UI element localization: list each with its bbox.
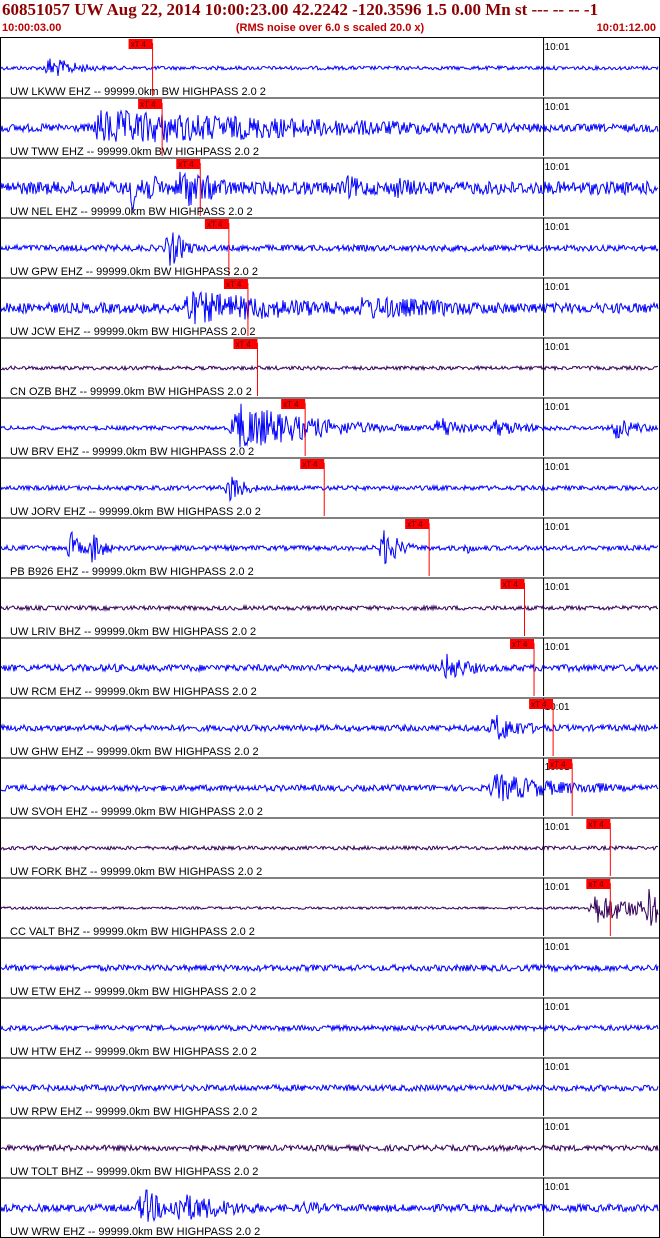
pick-label: xT 4	[588, 820, 604, 829]
minute-tick-label: 10:01	[545, 642, 570, 653]
pick-label: xT 4	[178, 160, 194, 169]
station-label: UW TOLT BHZ -- 99999.0km BW HIGHPASS 2.0…	[10, 1166, 258, 1178]
waveform-trace	[0, 171, 659, 211]
pick-label: xT 4	[235, 340, 251, 349]
station-label: UW TWW EHZ -- 99999.0km BW HIGHPASS 2.0 …	[10, 146, 259, 158]
station-label: UW WRW EHZ -- 99999.0km BW HIGHPASS 2.0 …	[10, 1226, 260, 1238]
waveform-trace	[0, 888, 659, 926]
minute-tick-label: 10:01	[545, 1182, 570, 1193]
minute-tick-label: 10:01	[545, 462, 570, 473]
minute-tick-label: 10:01	[545, 822, 570, 833]
minute-tick-label: 10:01	[545, 942, 570, 953]
station-label: UW ETW EHZ -- 99999.0km BW HIGHPASS 2.0 …	[10, 986, 256, 998]
waveform-trace	[0, 1083, 659, 1093]
station-label: UW RCM EHZ -- 99999.0km BW HIGHPASS 2.0 …	[10, 686, 257, 698]
station-label: PB B926 EHZ -- 99999.0km BW HIGHPASS 2.0…	[10, 566, 254, 578]
pick-label: xT 4	[550, 760, 566, 769]
waveform-trace	[0, 364, 659, 372]
waveform-trace	[0, 773, 659, 802]
station-label: UW GPW EHZ -- 99999.0km BW HIGHPASS 2.0 …	[10, 266, 258, 278]
waveform-trace	[0, 291, 659, 325]
station-label: UW BRV EHZ -- 99999.0km BW HIGHPASS 2.0 …	[10, 446, 254, 458]
pick-label: xT 4	[131, 40, 147, 49]
pick-label: xT 4	[531, 700, 547, 709]
station-label: UW LRIV BHZ -- 99999.0km BW HIGHPASS 2.0…	[10, 626, 256, 638]
minute-tick-label: 10:01	[545, 102, 570, 113]
station-label: UW RPW EHZ -- 99999.0km BW HIGHPASS 2.0 …	[10, 1106, 257, 1118]
waveform-trace	[0, 530, 659, 565]
minute-tick-label: 10:01	[545, 522, 570, 533]
station-label: CN OZB BHZ -- 99999.0km BW HIGHPASS 2.0 …	[10, 386, 252, 398]
waveform-trace	[0, 653, 659, 680]
station-label: UW SVOH EHZ -- 99999.0km BW HIGHPASS 2.0…	[10, 806, 263, 818]
station-label: CC VALT BHZ -- 99999.0km BW HIGHPASS 2.0…	[10, 926, 255, 938]
pick-label: xT 4	[226, 280, 242, 289]
waveform-trace	[0, 109, 659, 143]
waveform-trace	[0, 714, 659, 740]
minute-tick-label: 10:01	[545, 162, 570, 173]
pick-label: xT 4	[207, 220, 223, 229]
station-label: UW GHW EHZ -- 99999.0km BW HIGHPASS 2.0 …	[10, 746, 259, 758]
minute-tick-label: 10:01	[545, 582, 570, 593]
station-label: UW HTW EHZ -- 99999.0km BW HIGHPASS 2.0 …	[10, 1046, 257, 1058]
pick-label: xT 4	[140, 100, 156, 109]
minute-tick-label: 10:01	[545, 882, 570, 893]
waveform-trace	[0, 1189, 659, 1222]
minute-tick-label: 10:01	[545, 1122, 570, 1133]
minute-tick-label: 10:01	[545, 342, 570, 353]
waveform-trace	[0, 603, 659, 612]
pick-label: xT 4	[283, 400, 299, 409]
minute-tick-label: 10:01	[545, 222, 570, 233]
waveform-trace	[0, 844, 659, 852]
minute-tick-label: 10:01	[545, 402, 570, 413]
waveform-trace	[0, 1143, 659, 1153]
station-label: UW JCW EHZ -- 99999.0km BW HIGHPASS 2.0 …	[10, 326, 256, 338]
station-label: UW NEL EHZ -- 99999.0km BW HIGHPASS 2.0 …	[10, 206, 253, 218]
waveform-trace	[0, 476, 659, 503]
pick-label: xT 4	[302, 460, 318, 469]
pick-label: xT 4	[502, 580, 518, 589]
waveform-trace	[0, 232, 659, 266]
seismogram-plot: 10:01 xT 4 UW LKWW EHZ -- 99999.0km BW HIG…	[0, 37, 660, 1238]
pick-label: xT 4	[512, 640, 528, 649]
pick-label: xT 4	[407, 520, 423, 529]
waveform-trace	[0, 1023, 659, 1033]
minute-tick-label: 10:01	[545, 42, 570, 53]
station-label: UW LKWW EHZ -- 99999.0km BW HIGHPASS 2.0…	[10, 86, 266, 98]
minute-tick-label: 10:01	[545, 1002, 570, 1013]
minute-tick-label: 10:01	[545, 1062, 570, 1073]
minute-tick-label: 10:01	[545, 282, 570, 293]
pick-label: xT 4	[588, 880, 604, 889]
station-label: UW FORK BHZ -- 99999.0km BW HIGHPASS 2.0…	[10, 866, 262, 878]
waveform-trace	[0, 963, 659, 974]
waveform-trace	[0, 58, 659, 77]
station-label: UW JORV EHZ -- 99999.0km BW HIGHPASS 2.0…	[10, 506, 261, 518]
